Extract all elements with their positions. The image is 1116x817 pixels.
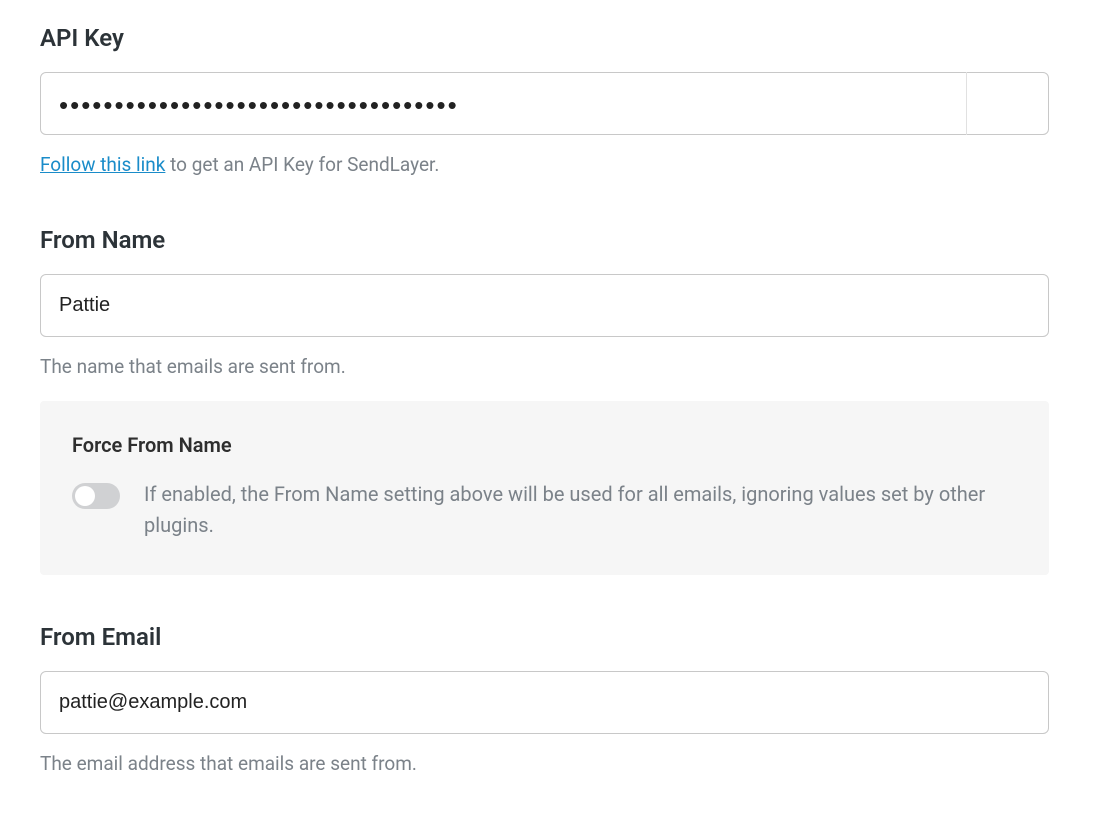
from-email-help: The email address that emails are sent f… [40, 752, 1076, 777]
force-from-name-toggle[interactable] [72, 483, 120, 509]
api-key-help-rest: to get an API Key for SendLayer. [165, 153, 439, 176]
from-name-help: The name that emails are sent from. [40, 355, 1076, 380]
api-key-section: API Key Follow this link to get an API K… [40, 24, 1076, 178]
api-key-help-link[interactable]: Follow this link [40, 153, 165, 176]
from-name-input[interactable] [40, 274, 1049, 337]
from-name-label: From Name [40, 226, 1076, 254]
api-key-help: Follow this link to get an API Key for S… [40, 153, 1076, 178]
from-email-label: From Email [40, 623, 1076, 651]
force-from-name-panel: Force From Name If enabled, the From Nam… [40, 401, 1049, 575]
from-name-section: From Name The name that emails are sent … [40, 226, 1076, 576]
toggle-knob [75, 486, 95, 506]
force-from-name-row: If enabled, the From Name setting above … [72, 479, 1017, 541]
api-key-input[interactable] [40, 72, 1049, 135]
api-key-input-wrap [40, 72, 1049, 135]
api-key-divider [966, 72, 967, 135]
from-name-input-wrap [40, 274, 1049, 337]
from-email-input-wrap [40, 671, 1049, 734]
from-email-input[interactable] [40, 671, 1049, 734]
force-from-name-label: Force From Name [72, 433, 1017, 457]
from-email-section: From Email The email address that emails… [40, 623, 1076, 777]
force-from-name-desc: If enabled, the From Name setting above … [144, 479, 1017, 541]
api-key-label: API Key [40, 24, 1076, 52]
